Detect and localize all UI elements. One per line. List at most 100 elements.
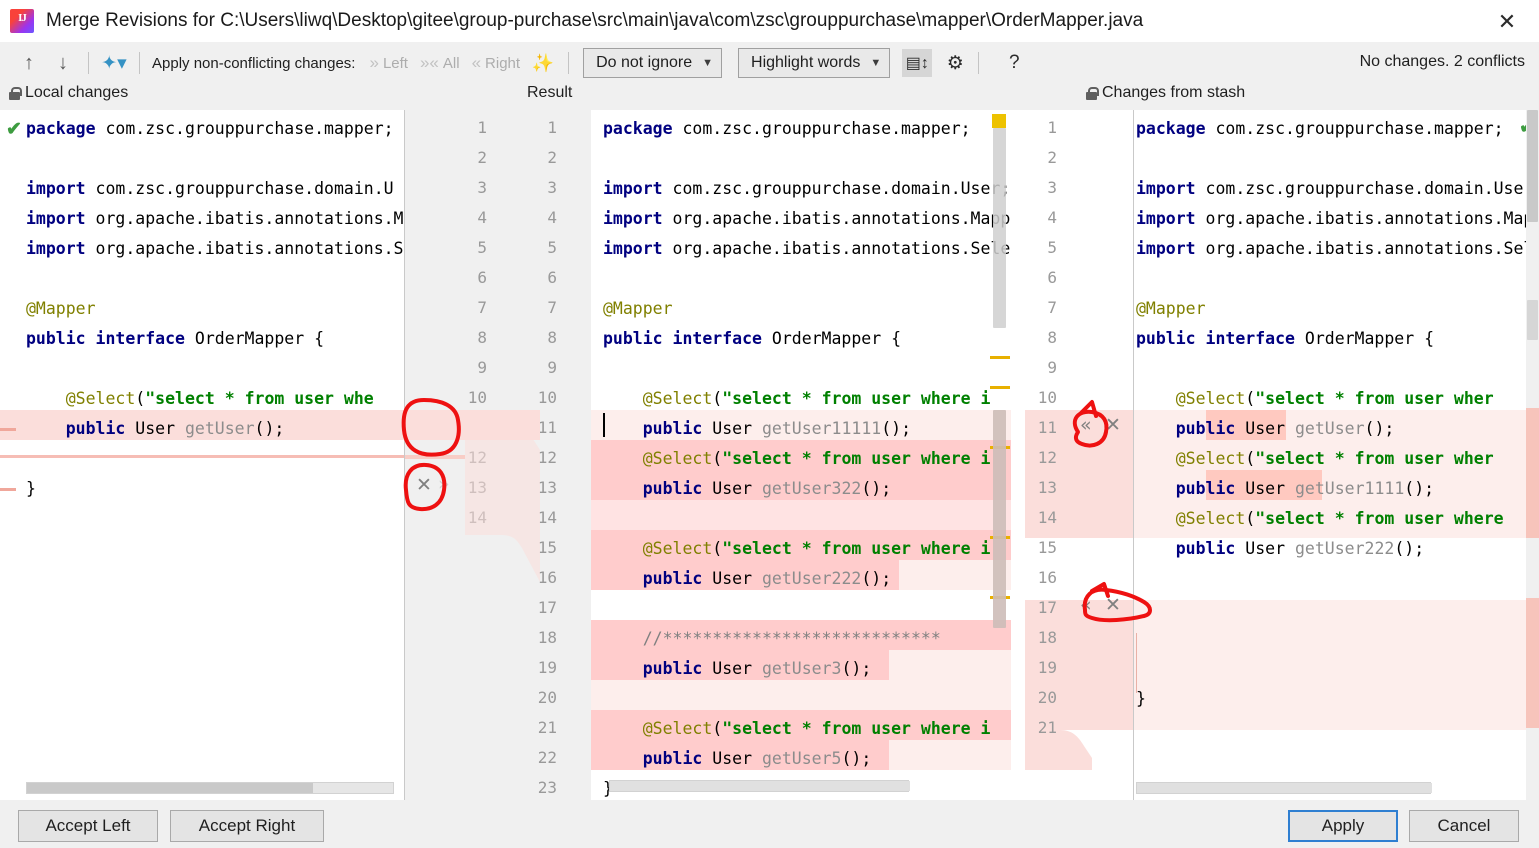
apply-left-button[interactable]: » Left: [363, 51, 414, 75]
right-vscroll-thumb-2[interactable]: [1527, 300, 1538, 340]
change-stripe: [990, 386, 1010, 389]
left-line-number: 2: [477, 148, 487, 167]
right-line-number: 1: [1047, 118, 1057, 137]
left-center-connectors: [405, 410, 460, 458]
chevron-down-icon: ▼: [870, 57, 882, 69]
left-line-number: 11: [467, 418, 487, 437]
center-code-area[interactable]: package com.zsc.grouppurchase.mapper; imp…: [603, 110, 1011, 800]
center-vscroll-thumb-2[interactable]: [993, 410, 1006, 628]
center-code-line: //****************************: [603, 629, 941, 648]
center-vscroll-thumb[interactable]: [993, 128, 1006, 328]
apply-all-label: All: [442, 54, 460, 72]
center-line-number: 17: [537, 598, 557, 617]
magic-wand-icon[interactable]: ✨: [526, 48, 560, 78]
left-line-number: 1: [477, 118, 487, 137]
chevron-left-double-icon: «: [471, 53, 482, 72]
center-line-number: 20: [537, 688, 557, 707]
toolbar: ↑ ↓ ✦▾ Apply non-conflicting changes: » …: [0, 42, 1539, 84]
right-line-number: 16: [1037, 568, 1057, 587]
center-editor[interactable]: package com.zsc.grouppurchase.mapper; imp…: [591, 110, 1011, 800]
center-line-number: 10: [537, 388, 557, 407]
highlight-policy-select[interactable]: Highlight words ▼: [738, 48, 891, 78]
accept-right-icon[interactable]: »: [438, 475, 450, 494]
checkmark-icon: ✔: [6, 119, 22, 140]
left-editor[interactable]: package com.zsc.grouppurchase.mapper; imp…: [0, 110, 404, 800]
window-title: Merge Revisions for C:\Users\liwq\Deskto…: [46, 10, 1144, 31]
cancel-button[interactable]: Cancel: [1409, 810, 1519, 842]
right-code-line: @Select("select * from user wher: [1175, 389, 1494, 408]
left-code-line: import org.apache.ibatis.annotations.M: [26, 209, 404, 228]
center-line-number: 7: [547, 298, 557, 317]
chevron-right-double-icon: »: [369, 53, 379, 72]
center-line-number: 8: [547, 328, 557, 347]
change-marker-square: [992, 114, 1006, 128]
right-line-number: 21: [1037, 718, 1057, 737]
accept-right-icon[interactable]: »: [438, 415, 450, 434]
right-code-area[interactable]: package com.zsc.grouppurchase.mapper; imp…: [1136, 110, 1539, 800]
right-line-number: 5: [1047, 238, 1057, 257]
right-code-line: import com.zsc.grouppurchase.domain.User: [1136, 179, 1534, 198]
left-code-area[interactable]: package com.zsc.grouppurchase.mapper; imp…: [26, 110, 404, 800]
left-line-number: 10: [467, 388, 487, 407]
right-line-number: 11: [1037, 418, 1057, 437]
center-line-number: 18: [537, 628, 557, 647]
accept-left-button[interactable]: Accept Left: [18, 810, 158, 842]
lock-icon: [8, 86, 22, 100]
arrow-up-icon[interactable]: ↑: [12, 48, 46, 78]
left-code-line: import com.zsc.grouppurchase.domain.U: [26, 179, 394, 198]
accept-left-icon[interactable]: «: [1080, 416, 1092, 435]
magic-resolve-icon[interactable]: ✦▾: [97, 48, 131, 78]
revert-x-icon[interactable]: ✕: [416, 416, 432, 435]
center-overview-strip[interactable]: [990, 110, 1012, 800]
right-line-number: 7: [1047, 298, 1057, 317]
accept-left-icon[interactable]: «: [1080, 596, 1092, 615]
center-line-number: 22: [537, 748, 557, 767]
center-line-number: 13: [537, 478, 557, 497]
chevron-down-icon: ▼: [702, 57, 714, 69]
left-hscrollbar[interactable]: [26, 782, 394, 794]
title-bar: Merge Revisions for C:\Users\liwq\Deskto…: [0, 0, 1539, 42]
right-code-line: @Select("select * from user where: [1175, 509, 1504, 528]
left-code-line: }: [26, 479, 36, 498]
left-code-line: import org.apache.ibatis.annotations.S: [26, 239, 404, 258]
apply-button[interactable]: Apply: [1288, 810, 1398, 842]
left-edge-change-2: [0, 488, 16, 491]
right-code-line: public User getUser1111();: [1175, 479, 1435, 498]
merge-revisions-window: Merge Revisions for C:\Users\liwq\Deskto…: [0, 0, 1539, 848]
center-code-line: public User getUser322();: [642, 479, 892, 498]
revert-x-icon[interactable]: ✕: [416, 476, 432, 495]
right-hscrollbar[interactable]: [1136, 782, 1432, 794]
ignore-policy-select[interactable]: Do not ignore ▼: [583, 48, 723, 78]
arrow-down-icon[interactable]: ↓: [46, 48, 80, 78]
revert-x-icon[interactable]: ✕: [1105, 416, 1121, 435]
change-stripe: [990, 356, 1010, 359]
left-line-number: 3: [477, 178, 487, 197]
right-code-line: @Select("select * from user wher: [1175, 449, 1494, 468]
center-hscrollbar[interactable]: [609, 780, 910, 792]
right-change-band-2: [1526, 598, 1539, 728]
apply-right-label: Right: [485, 54, 521, 72]
left-edge-change-1: [0, 428, 16, 431]
help-icon[interactable]: ?: [1001, 49, 1027, 77]
left-line-number: 13: [467, 478, 487, 497]
right-code-line: import org.apache.ibatis.annotations.Map: [1136, 209, 1534, 228]
gear-icon[interactable]: ⚙: [940, 49, 970, 77]
side-by-side-icon[interactable]: ▤↕: [902, 49, 933, 77]
left-line-number: 14: [467, 508, 487, 527]
close-icon[interactable]: ✕: [1493, 8, 1521, 36]
center-code-line: import org.apache.ibatis.annotations.Sel…: [603, 239, 1011, 258]
apply-all-button[interactable]: »« All: [414, 51, 466, 75]
apply-right-button[interactable]: « Right: [466, 51, 527, 75]
center-line-number: 1: [547, 118, 557, 137]
merge-status-text: No changes. 2 conflicts: [1359, 53, 1525, 70]
right-overview-strip[interactable]: [1526, 110, 1539, 800]
right-code-line: @Mapper: [1136, 299, 1206, 318]
right-vscroll-thumb[interactable]: [1527, 110, 1538, 222]
right-editor[interactable]: package com.zsc.grouppurchase.mapper; imp…: [1134, 110, 1539, 800]
center-code-line: @Select("select * from user where i: [642, 719, 991, 738]
right-line-number: 18: [1037, 628, 1057, 647]
lock-icon: [1085, 86, 1099, 100]
center-line-number: 14: [537, 508, 557, 527]
accept-right-button[interactable]: Accept Right: [170, 810, 324, 842]
revert-x-icon[interactable]: ✕: [1105, 596, 1121, 615]
